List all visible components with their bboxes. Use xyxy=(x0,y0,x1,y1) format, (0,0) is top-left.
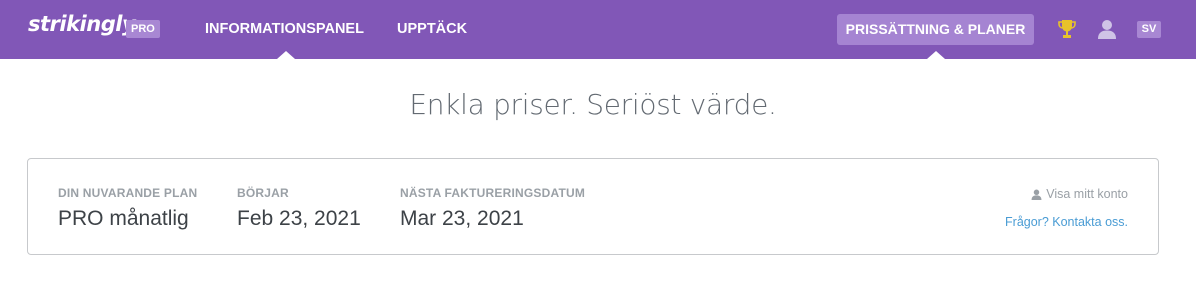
pricing-active-indicator xyxy=(927,51,945,59)
trophy-icon[interactable] xyxy=(1058,19,1076,39)
language-selector[interactable]: SV xyxy=(1137,21,1161,38)
account-user-icon xyxy=(1031,189,1042,200)
current-plan-value: PRO månatlig xyxy=(58,207,189,230)
strikingly-logo[interactable]: strikingly xyxy=(28,12,136,36)
top-navigation-bar: strikingly PRO INFORMATIONSPANEL UPPTÄCK… xyxy=(0,0,1196,59)
nav-discover[interactable]: UPPTÄCK xyxy=(397,0,467,59)
contact-us-link[interactable]: Frågor? Kontakta oss. xyxy=(1005,215,1128,229)
current-plan-card: DIN NUVARANDE PLAN PRO månatlig BÖRJAR F… xyxy=(27,158,1159,255)
pricing-plans-button[interactable]: PRISSÄTTNING & PLANER xyxy=(837,14,1034,45)
next-billing-value: Mar 23, 2021 xyxy=(400,207,524,230)
current-plan-label: DIN NUVARANDE PLAN xyxy=(58,186,198,200)
user-icon[interactable] xyxy=(1097,19,1117,39)
active-nav-indicator xyxy=(277,51,295,59)
view-account-link[interactable]: Visa mitt konto xyxy=(1031,187,1128,201)
view-account-label: Visa mitt konto xyxy=(1046,187,1128,201)
current-plan-column: DIN NUVARANDE PLAN PRO månatlig xyxy=(58,186,197,231)
start-date-label: BÖRJAR xyxy=(237,186,289,200)
next-billing-column: NÄSTA FAKTURERINGSDATUM Mar 23, 2021 xyxy=(400,186,585,231)
start-date-value: Feb 23, 2021 xyxy=(237,207,361,230)
page-headline: Enkla priser. Seriöst värde. xyxy=(409,88,777,121)
start-date-column: BÖRJAR Feb 23, 2021 xyxy=(237,186,361,231)
next-billing-label: NÄSTA FAKTURERINGSDATUM xyxy=(400,186,586,200)
pro-badge: PRO xyxy=(126,20,160,38)
